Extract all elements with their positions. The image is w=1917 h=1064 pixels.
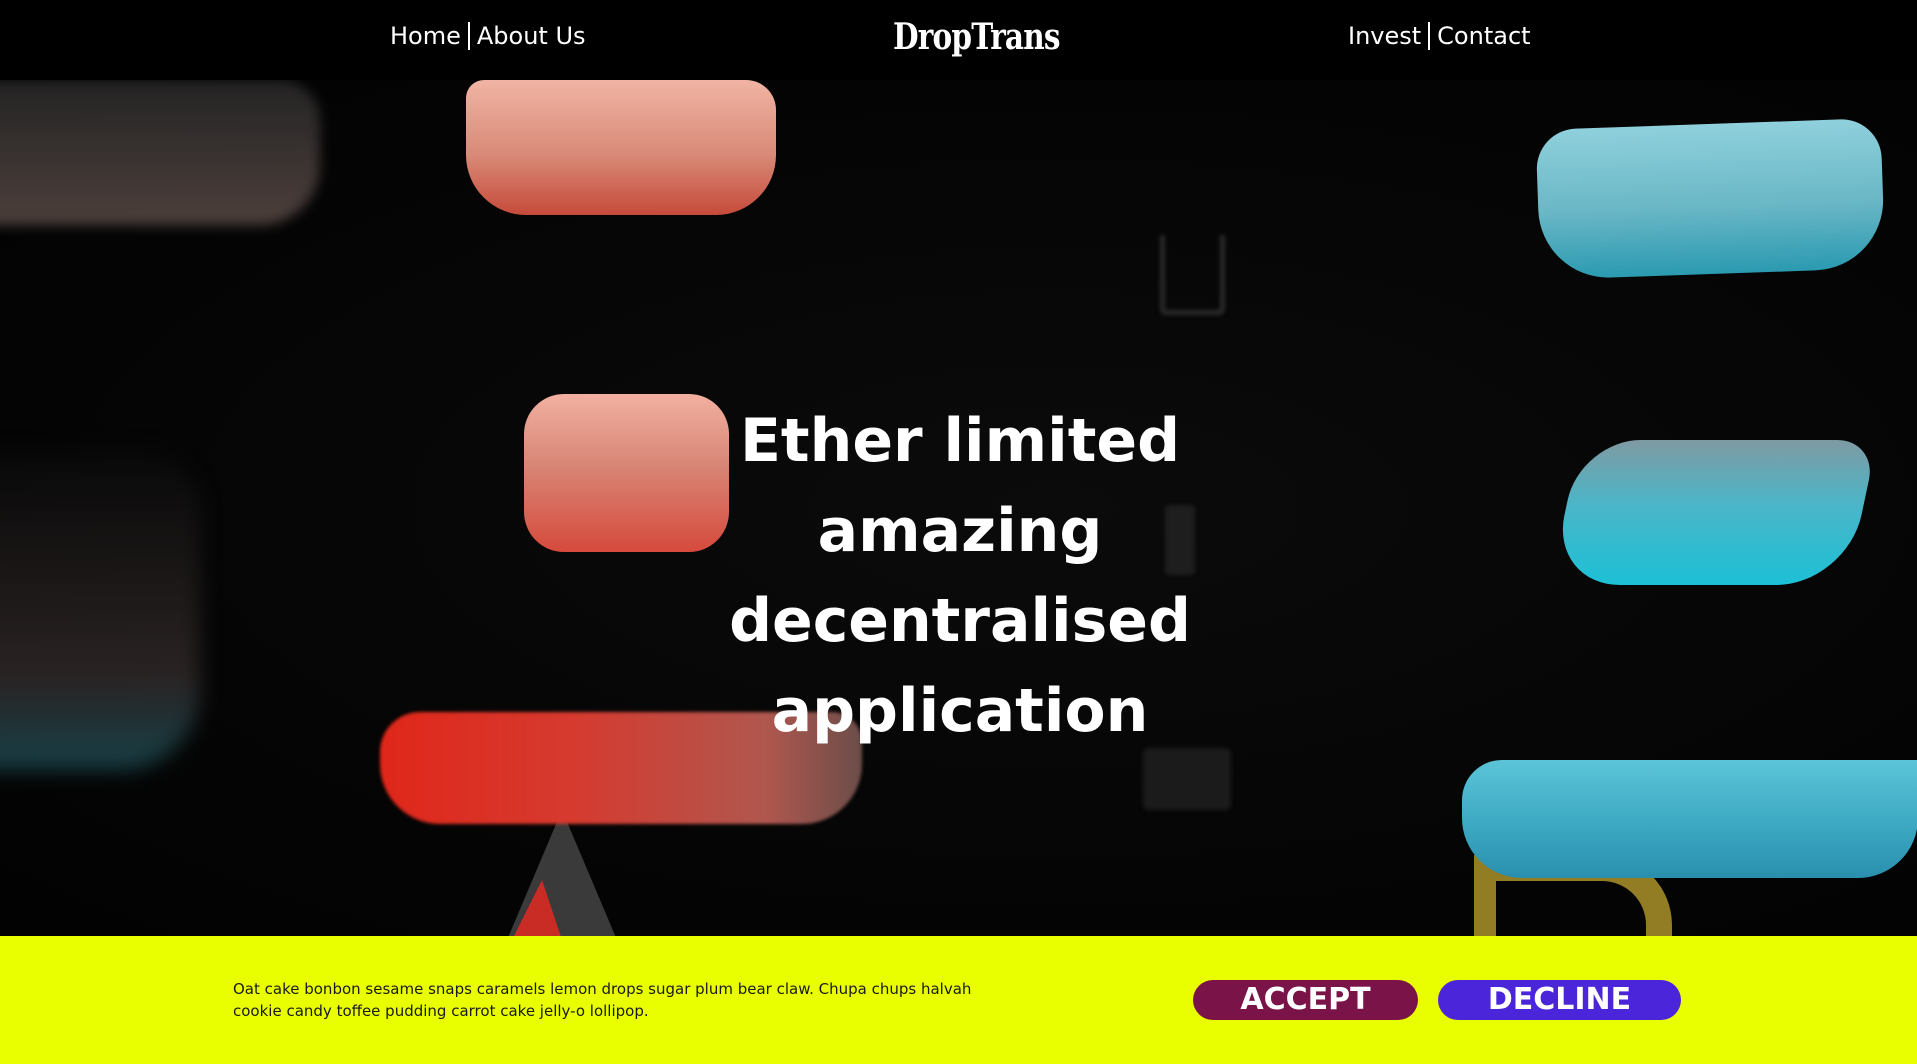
page: Home About Us DropTrans Invest Contact E…	[0, 0, 1917, 1064]
hero-pyramid-decoration	[512, 880, 562, 936]
nav-invest-link[interactable]: Invest	[1348, 22, 1421, 50]
nav-contact-link[interactable]: Contact	[1437, 22, 1530, 50]
hero-shape-decoration	[466, 80, 776, 215]
nav-left: Home About Us	[390, 22, 586, 50]
hero-shape-decoration	[1535, 118, 1886, 280]
hero-shape-decoration	[0, 80, 320, 225]
hero-shape-decoration	[1143, 748, 1231, 810]
site-logo[interactable]: DropTrans	[893, 16, 1061, 58]
hero-shape-decoration	[1549, 440, 1878, 585]
accept-button[interactable]: ACCEPT	[1193, 980, 1418, 1020]
hero-headline-line: amazing	[817, 496, 1103, 566]
nav-separator	[1428, 22, 1431, 50]
hero-shape-decoration	[1160, 235, 1225, 315]
decline-button[interactable]: DECLINE	[1438, 980, 1681, 1020]
hero-headline-line: Ether limited	[739, 406, 1181, 476]
hero-shape-decoration	[1462, 760, 1917, 878]
hero-section: Ether limited amazing decentralised appl…	[0, 80, 1917, 936]
nav-home-link[interactable]: Home	[390, 22, 461, 50]
cookie-banner-text: Oat cake bonbon sesame snaps caramels le…	[233, 980, 972, 1020]
nav-separator	[467, 22, 470, 50]
cookie-banner: Oat cake bonbon sesame snaps caramels le…	[0, 936, 1917, 1064]
hero-headline: Ether limited amazing decentralised appl…	[700, 396, 1220, 756]
hero-headline-line: decentralised	[729, 586, 1191, 656]
nav-about-link[interactable]: About Us	[477, 22, 586, 50]
nav-right: Invest Contact	[1348, 22, 1531, 50]
hero-shape-decoration	[0, 450, 200, 770]
hero-shape-decoration	[524, 394, 729, 552]
site-header: Home About Us DropTrans Invest Contact	[0, 0, 1917, 80]
hero-headline-line: application	[771, 676, 1149, 746]
